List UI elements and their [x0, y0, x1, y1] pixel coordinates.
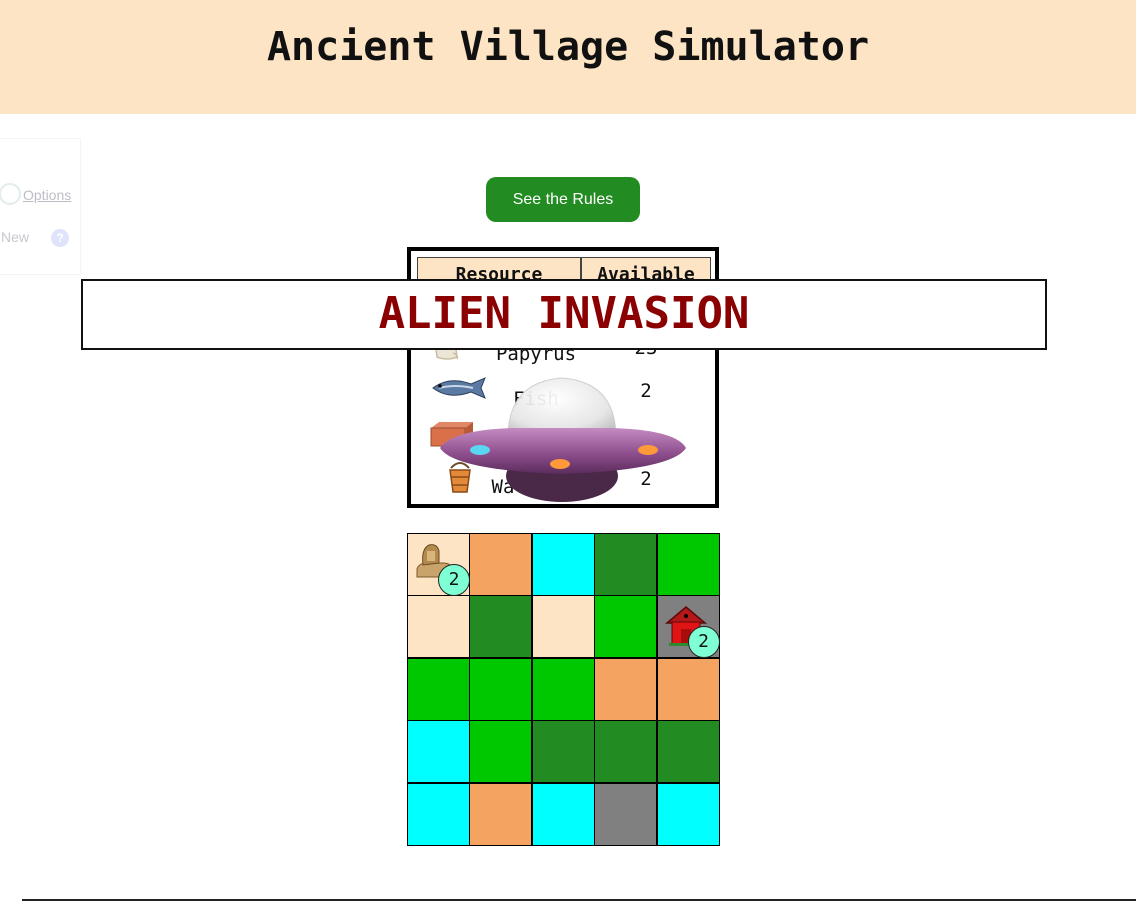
map-tile-water[interactable] [531, 782, 595, 846]
ufo-icon [440, 377, 686, 502]
map-tile-water[interactable] [531, 533, 595, 596]
map-tile-water[interactable] [407, 782, 470, 846]
map-tile-grass[interactable] [407, 657, 470, 721]
map-tile-clay[interactable] [469, 533, 533, 596]
help-icon[interactable]: ? [51, 229, 69, 247]
options-label: Options [23, 187, 72, 203]
side-panel: Options New ? [0, 138, 81, 275]
map-tile-grass[interactable] [656, 533, 720, 596]
map-tile-grass[interactable] [531, 657, 595, 721]
footer-divider [22, 899, 1136, 901]
building-count-badge: 2 [438, 564, 470, 596]
new-link[interactable]: New [1, 229, 29, 245]
village-map: 22 [407, 533, 720, 846]
map-tile-forest[interactable] [594, 533, 658, 596]
map-tile-water[interactable] [407, 720, 470, 784]
map-tile-forest[interactable] [469, 595, 533, 659]
map-tile-sand[interactable] [407, 595, 470, 659]
map-tile-forest[interactable] [531, 720, 595, 784]
map-tile-clay[interactable] [594, 657, 658, 721]
page-title: Ancient Village Simulator [266, 24, 870, 70]
map-tile-forest[interactable] [594, 720, 658, 784]
map-tile-clay[interactable] [469, 782, 533, 846]
map-tile-sand[interactable] [531, 595, 595, 659]
map-tile-clay[interactable] [656, 657, 720, 721]
gear-icon [0, 183, 21, 205]
map-tile-grass[interactable] [469, 720, 533, 784]
see-rules-button[interactable]: See the Rules [486, 177, 640, 222]
map-tile-water[interactable] [656, 782, 720, 846]
alien-invasion-banner: ALIEN INVASION [81, 279, 1047, 350]
building-count-badge: 2 [687, 626, 720, 659]
map-tile-forest[interactable] [656, 720, 720, 784]
map-tile-stone[interactable] [594, 782, 658, 846]
page-header: Ancient Village Simulator [0, 0, 1136, 114]
map-tile-grass[interactable] [469, 657, 533, 721]
map-tile-grass[interactable] [594, 595, 658, 659]
